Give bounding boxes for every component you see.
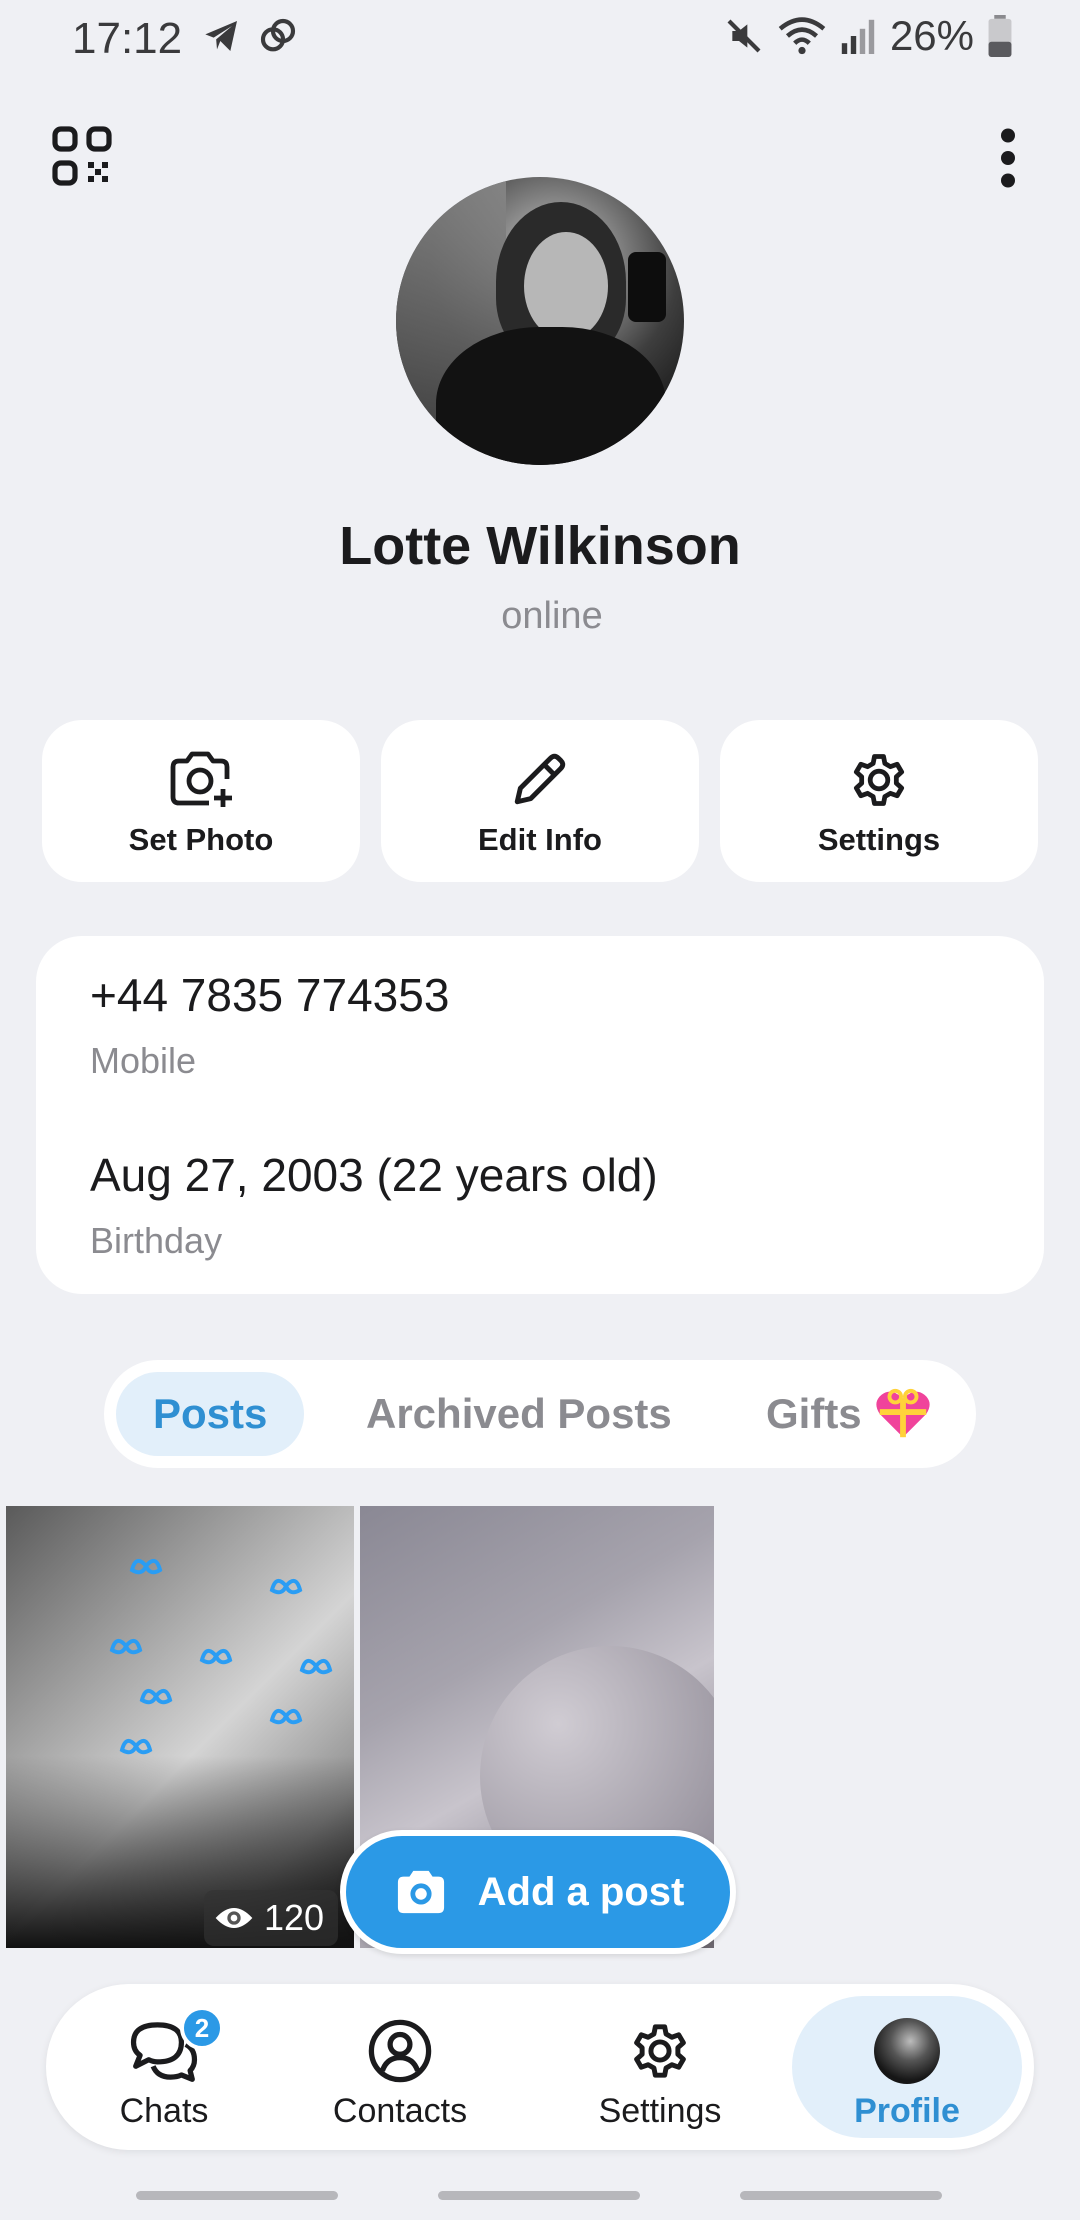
nav-chats[interactable]: 2 Chats xyxy=(58,1996,270,2138)
birthday-label: Birthday xyxy=(90,1220,223,1261)
view-count: 120 xyxy=(204,1890,339,1946)
gesture-bar xyxy=(740,2191,942,2200)
nav-contacts-label: Contacts xyxy=(332,2092,468,2130)
nav-profile-label: Profile xyxy=(854,2092,960,2130)
person-circle-icon xyxy=(368,2019,432,2083)
view-count-value: 120 xyxy=(264,1897,325,1938)
status-bar: 17:12 26% xyxy=(0,0,1080,76)
gesture-bar xyxy=(136,2191,338,2200)
chats-badge: 2 xyxy=(180,2006,224,2050)
signal-icon xyxy=(841,19,875,54)
wifi-icon xyxy=(778,17,826,55)
tab-archived-posts[interactable]: Archived Posts xyxy=(366,1372,672,1456)
battery-icon xyxy=(988,15,1012,57)
bottom-navigation: 2 Chats Contacts Settings Profile xyxy=(46,1984,1034,2150)
camera-icon xyxy=(397,1870,444,1914)
tab-gifts[interactable]: Gifts xyxy=(766,1372,862,1456)
nav-settings[interactable]: Settings xyxy=(554,1996,766,2138)
gesture-bar xyxy=(438,2191,640,2200)
phone-label: Mobile xyxy=(90,1040,197,1081)
telegram-icon xyxy=(205,21,237,51)
add-post-button[interactable]: Add a post xyxy=(340,1830,736,1954)
status-time: 17:12 xyxy=(72,14,183,63)
profile-tabs: Posts Archived Posts Gifts xyxy=(104,1360,976,1468)
profile-status: online xyxy=(501,595,603,637)
set-photo-label: Set Photo xyxy=(128,822,274,857)
mute-icon xyxy=(727,19,761,53)
avatar-icon xyxy=(874,2018,940,2084)
more-options-icon[interactable] xyxy=(990,128,1026,188)
post-thumbnail[interactable] xyxy=(6,1506,354,1948)
link-icon xyxy=(260,18,296,52)
qr-code-icon[interactable] xyxy=(52,126,112,186)
camera-plus-icon xyxy=(170,751,232,807)
profile-name: Lotte Wilkinson xyxy=(339,516,741,576)
nav-profile[interactable]: Profile xyxy=(792,1996,1022,2138)
birthday-value[interactable]: Aug 27, 2003 (22 years old) xyxy=(90,1148,658,1202)
nav-settings-label: Settings xyxy=(598,2092,722,2130)
edit-info-button[interactable]: Edit Info xyxy=(381,720,699,882)
set-photo-button[interactable]: Set Photo xyxy=(42,720,360,882)
battery-percent: 26% xyxy=(889,12,974,59)
butterfly-stickers xyxy=(109,1558,333,1755)
edit-info-label: Edit Info xyxy=(478,822,602,857)
tab-posts[interactable]: Posts xyxy=(116,1372,305,1456)
pencil-icon xyxy=(514,753,566,805)
tab-gifts-label: Gifts xyxy=(766,1390,862,1437)
nav-chats-label: Chats xyxy=(119,2092,209,2130)
settings-button[interactable]: Settings xyxy=(720,720,1038,882)
profile-avatar[interactable] xyxy=(396,177,684,465)
gear-icon xyxy=(853,754,905,806)
nav-contacts[interactable]: Contacts xyxy=(296,1996,504,2138)
settings-label: Settings xyxy=(817,822,941,857)
gift-heart-icon xyxy=(876,1388,930,1438)
phone-number[interactable]: +44 7835 774353 xyxy=(90,968,449,1022)
info-card: +44 7835 774353 Mobile Aug 27, 2003 (22 … xyxy=(36,936,1044,1294)
add-post-label: Add a post xyxy=(477,1869,685,1914)
gear-icon xyxy=(634,2024,686,2078)
eye-icon xyxy=(215,1908,253,1928)
